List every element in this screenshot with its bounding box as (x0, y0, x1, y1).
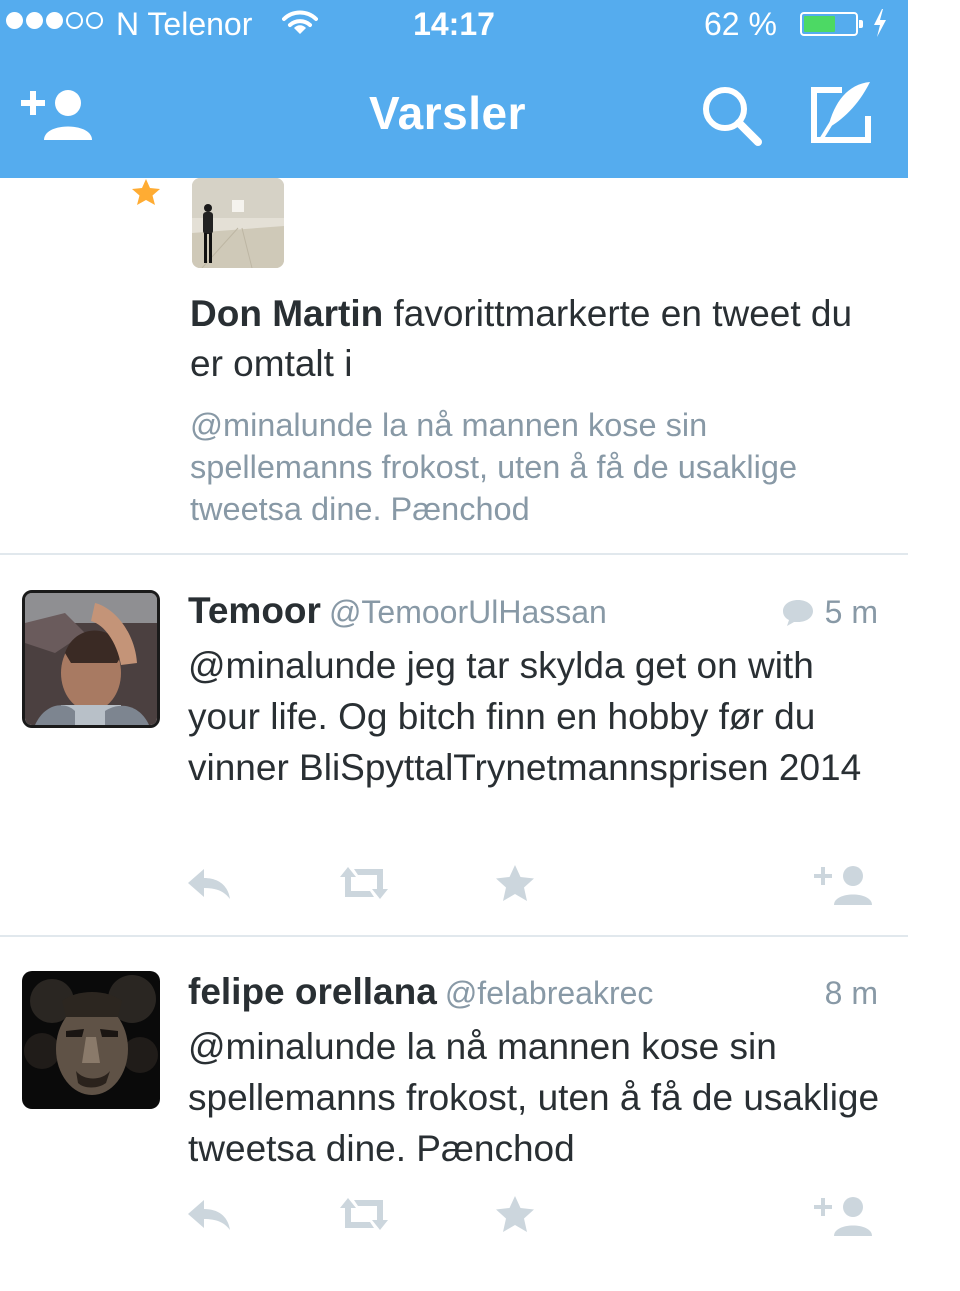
tweet-header: felipe orellana @felabreakrec 8 m (188, 971, 878, 1017)
favorite-icon (496, 865, 534, 901)
tweet-timestamp: 8 m (825, 975, 878, 1012)
retweet-icon (340, 1198, 388, 1230)
favorite-icon (496, 1196, 534, 1232)
quoted-tweet-text[interactable]: @minalunde la nå mannen kose sin spellem… (190, 404, 890, 530)
tweet-text[interactable]: @minalunde jeg tar skylda get on with yo… (188, 640, 888, 793)
avatar[interactable] (192, 178, 284, 268)
tweet-author-handle[interactable]: @TemoorUlHassan (329, 594, 607, 630)
reply-icon (188, 1200, 230, 1230)
tweet-author-name[interactable]: felipe orellana (188, 971, 437, 1012)
battery-icon (800, 12, 863, 36)
tweet-time: 8 m (824, 975, 878, 1011)
reply-icon (188, 869, 230, 899)
follow-button[interactable] (812, 863, 876, 912)
reply-button[interactable] (186, 863, 232, 908)
retweet-button[interactable] (336, 863, 392, 908)
compose-button[interactable] (808, 80, 874, 149)
divider (0, 935, 908, 937)
favorite-notification[interactable]: Don Martin favorittmarkerte en tweet du … (0, 178, 908, 553)
tweet-author-name[interactable]: Temoor (188, 590, 321, 631)
tweet-time: 5 m (824, 594, 878, 630)
follow-icon (814, 1197, 872, 1236)
tweet-author-handle[interactable]: @felabreakrec (445, 975, 654, 1011)
battery-percent: 62 % (704, 6, 777, 42)
tweet-actions (0, 1194, 908, 1244)
tweet-header: Temoor @TemoorUlHassan 5 m (188, 590, 878, 636)
notification-actor[interactable]: Don Martin (190, 293, 383, 334)
favorite-button[interactable] (494, 863, 536, 908)
search-button[interactable] (700, 84, 764, 153)
follow-icon (814, 866, 872, 905)
avatar[interactable] (22, 971, 160, 1109)
notifications-screen: N Telenor 14:17 62 % Varsler Don Martin … (0, 0, 908, 1280)
star-icon (130, 178, 162, 211)
tweet-actions (0, 863, 908, 913)
avatar[interactable] (22, 590, 160, 728)
top-bar: N Telenor 14:17 62 % Varsler (0, 0, 908, 178)
notification-text: Don Martin favorittmarkerte en tweet du … (190, 289, 880, 389)
divider (0, 553, 908, 555)
screen-edge (908, 0, 960, 1280)
tweet-text[interactable]: @minalunde la nå mannen kose sin spellem… (188, 1021, 888, 1174)
retweet-icon (340, 867, 388, 899)
favorite-button[interactable] (494, 1194, 536, 1239)
retweet-button[interactable] (336, 1194, 392, 1239)
compose-icon (811, 82, 871, 143)
status-bar: N Telenor 14:17 62 % (0, 0, 908, 48)
follow-button[interactable] (812, 1194, 876, 1243)
charging-bolt-icon (872, 8, 888, 46)
conversation-icon (782, 599, 813, 626)
tweet-timestamp: 5 m (781, 594, 878, 631)
reply-button[interactable] (186, 1194, 232, 1239)
search-icon (703, 87, 762, 146)
